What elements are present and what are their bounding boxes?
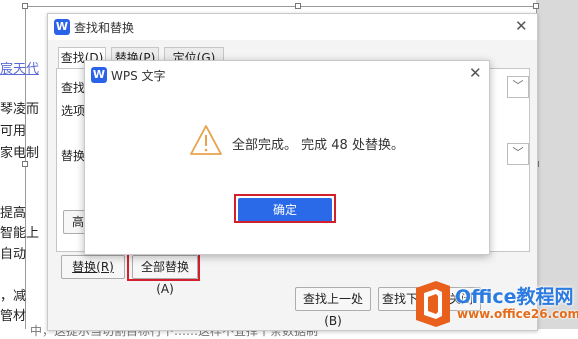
ok-button-highlight [234,194,336,223]
watermark-url: www.office26.com [457,307,578,321]
watermark-title: Office教程网 [455,286,574,308]
wps-message-dialog: W WPS 文字 ✕ 全部完成。 完成 48 处替换。 确定 [84,60,490,255]
warning-icon [190,125,222,155]
close-icon[interactable]: ✕ [469,64,482,82]
wps-logo-icon: W [91,67,107,83]
wps-message-title: WPS 文字 [111,69,166,83]
message-text: 全部完成。 完成 48 处替换。 [232,138,404,153]
